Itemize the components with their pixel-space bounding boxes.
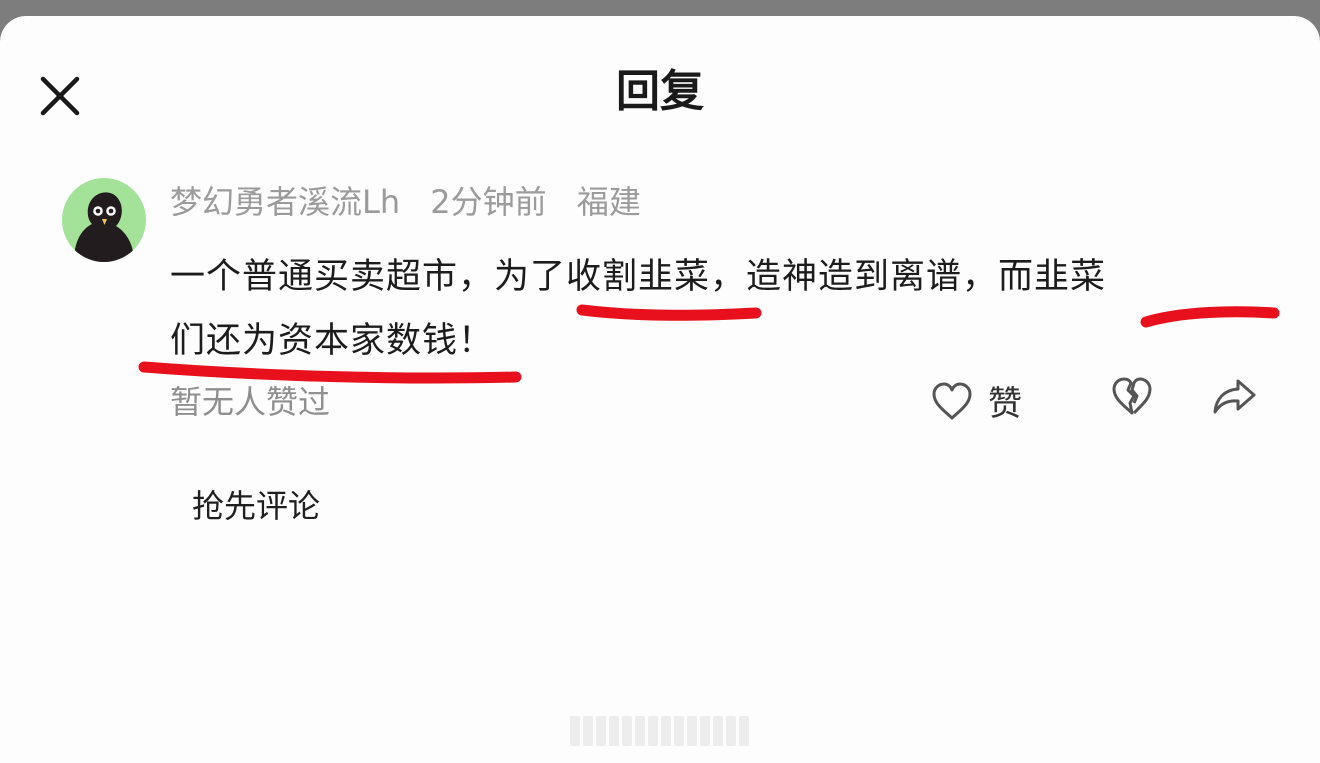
likes-status: 暂无人赞过 (170, 383, 331, 421)
heart-icon (932, 382, 972, 419)
location: 福建 (576, 183, 641, 221)
timestamp: 2分钟前 (430, 183, 547, 221)
comment-meta: 梦幻勇者溪流Lh 2分钟前 福建 (170, 180, 661, 224)
like-button[interactable]: 赞 (930, 376, 1022, 425)
share-arrow-icon (1213, 379, 1256, 414)
watermark (570, 712, 752, 750)
avatar[interactable] (62, 178, 146, 262)
author-name[interactable]: 梦幻勇者溪流Lh (170, 183, 400, 221)
comment-body: 一个普通买卖超市，为了收割韭菜，造神造到离谱，而韭菜 们还为资本家数钱！ (170, 245, 1280, 373)
broken-heart-icon (1112, 377, 1152, 415)
comment-line-1: 一个普通买卖超市，为了收割韭菜，造神造到离谱，而韭菜 (170, 257, 1107, 297)
bird-avatar-icon (74, 192, 134, 262)
like-label: 赞 (988, 384, 1022, 424)
first-comment-prompt[interactable]: 抢先评论 (192, 484, 320, 528)
page-title: 回复 (616, 66, 704, 117)
share-button[interactable] (1210, 376, 1258, 416)
comment-line-2: 们还为资本家数钱！ (170, 321, 495, 361)
dislike-button[interactable] (1110, 376, 1154, 416)
